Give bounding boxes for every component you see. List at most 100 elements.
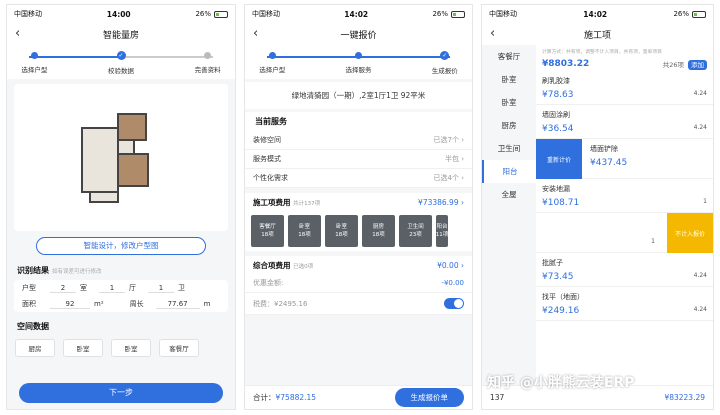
tax-toggle[interactable] <box>444 298 464 309</box>
step-label: 生成报价 <box>431 67 458 75</box>
sidebar-item[interactable]: 全屋 <box>482 183 536 206</box>
space-tag[interactable]: 卧室 <box>63 339 103 357</box>
room-thumb[interactable]: 阳台 11项 <box>436 215 448 247</box>
list-item-swiped[interactable]: 重新计价 墙面铲除 ¥437.45 <box>536 139 713 179</box>
sidebar-item[interactable]: 卧室 <box>482 91 536 114</box>
construction-header[interactable]: 施工项费用 共计137项 ¥73386.99 › <box>245 193 472 211</box>
list-item[interactable]: 批腻子 ¥73.45 4.24 <box>536 253 713 287</box>
combined-header[interactable]: 综合项费用 已选0项 ¥0.00 › <box>245 256 472 274</box>
floor-plan[interactable] <box>14 84 228 231</box>
space-tag[interactable]: 厨房 <box>15 339 55 357</box>
sidebar-item[interactable]: 客餐厅 <box>482 45 536 68</box>
area-row: 面积 92 m² 周长 77.67 m <box>14 296 228 312</box>
room-thumb[interactable]: 厨房 18项 <box>362 215 395 247</box>
battery-text: 26% <box>673 10 689 18</box>
room-thumb[interactable]: 客餐厅 18项 <box>251 215 284 247</box>
room-thumb[interactable]: 卫生间 23项 <box>399 215 432 247</box>
current-service-title: 当前服务 <box>245 112 472 131</box>
sidebar-item[interactable]: 厨房 <box>482 114 536 137</box>
service-item[interactable]: 装修空间 已选7个 › <box>245 131 472 150</box>
space-title: 空间数据 <box>17 322 49 331</box>
footer-count: 137 <box>490 393 505 402</box>
check-icon: ✓ <box>440 51 450 60</box>
room-bedroom <box>117 112 147 141</box>
shi-input[interactable]: 2 <box>50 284 76 293</box>
room-thumb[interactable]: 卧室 18项 <box>325 215 358 247</box>
item-qty: 1 <box>651 238 655 245</box>
list-item-swiped[interactable]: 1 不计入报价 <box>536 213 713 253</box>
battery-icon <box>451 10 465 18</box>
combined-total: ¥0.00 <box>437 260 459 270</box>
status-time: 14:02 <box>583 9 608 19</box>
page-title: 施工项 <box>583 30 611 41</box>
space-tag[interactable]: 客餐厅 <box>159 339 199 357</box>
footer-bar: 合计：¥75882.15 生成报价单 <box>245 385 472 409</box>
smart-design-button[interactable]: 智能设计，修改户型图 <box>36 237 206 255</box>
item-name: 找平（地面） <box>542 293 584 301</box>
status-bar: 中国移动 14:02 26% <box>482 5 713 23</box>
next-button[interactable]: 下一步 <box>19 383 223 403</box>
footer-total: ¥83223.29 <box>664 393 705 402</box>
watermark-text: 知乎 @小胖熊云装ERP <box>487 375 635 391</box>
step-2: ✓ 校验数据 <box>91 51 151 75</box>
perimeter-input[interactable]: 77.67 <box>155 300 200 309</box>
room-kitchen <box>89 190 119 203</box>
generate-quote-button[interactable]: 生成报价单 <box>394 388 464 407</box>
battery-icon <box>214 10 228 18</box>
add-button[interactable]: 添加 <box>688 59 707 70</box>
room-thumb[interactable]: 卧室 18项 <box>288 215 321 247</box>
item-qty: 4.24 <box>693 90 707 97</box>
recalc-button[interactable]: 重新计价 <box>536 139 582 179</box>
chevron-right-icon: › <box>461 197 464 207</box>
discount-value: -¥0.00 <box>441 279 464 287</box>
service-item[interactable]: 服务模式 半包 › <box>245 150 472 169</box>
recognition-hint: 如有误差可进行修改 <box>52 269 102 275</box>
tax-value: ¥2495.16 <box>274 299 308 308</box>
status-time: 14:00 <box>106 9 131 19</box>
list-item[interactable]: 刷乳胶漆 ¥78.63 4.24 <box>536 71 713 105</box>
list-item[interactable]: 墙固涂刷 ¥36.54 4.24 <box>536 105 713 139</box>
room-total: ¥8803.22 <box>542 58 590 69</box>
item-price: ¥437.45 <box>590 158 628 168</box>
sidebar-item[interactable]: 卧室 <box>482 68 536 91</box>
item-qty: 4.24 <box>693 306 707 313</box>
unit: 室 <box>80 284 87 292</box>
room-living <box>81 126 119 193</box>
step-label: 完善资料 <box>194 66 221 74</box>
unit: m² <box>94 300 104 308</box>
carrier: 中国移动 <box>252 10 280 18</box>
recognition-title: 识别结果 如有误差可进行修改 <box>17 266 102 275</box>
back-icon[interactable]: ‹ <box>15 26 20 41</box>
recognition-card: 户型 2室 1厅 1卫 面积 92 m² 周长 77.67 m <box>14 280 228 312</box>
service-label: 个性化需求 <box>253 174 288 182</box>
page-title: 智能量房 <box>102 30 139 41</box>
chevron-right-icon: › <box>461 155 464 163</box>
stepper: 选择户型 选择服务 ✓ 生成报价 <box>245 45 472 79</box>
item-price: ¥78.63 <box>542 90 574 100</box>
item-name: 墙面铲除 <box>590 145 618 153</box>
huxing-label: 户型 <box>22 284 36 292</box>
list-item[interactable]: 找平（地面） ¥249.16 4.24 <box>536 287 713 321</box>
ting-input[interactable]: 1 <box>99 284 125 293</box>
service-item[interactable]: 个性化需求 已选4个 › <box>245 169 472 188</box>
wei-input[interactable]: 1 <box>148 284 174 293</box>
status-bar: 中国移动 14:02 26% <box>245 5 472 23</box>
step-1: 选择户型 <box>245 52 302 74</box>
page-title: 一键报价 <box>340 30 377 41</box>
step-3: ✓ 生成报价 <box>415 51 472 75</box>
service-label: 服务模式 <box>253 155 281 163</box>
sidebar-item[interactable]: 卫生间 <box>482 137 536 160</box>
back-icon[interactable]: ‹ <box>253 26 258 41</box>
fee-list: 优惠金额: -¥0.00 税费：¥2495.16 <box>245 274 472 315</box>
status-bar: 中国移动 14:00 26% <box>7 5 235 23</box>
sidebar-item-active[interactable]: 阳台 <box>482 160 536 183</box>
list-item[interactable]: 安装地漏 ¥108.71 1 <box>536 179 713 213</box>
space-tag[interactable]: 卧室 <box>111 339 151 357</box>
step-3: 完善资料 <box>178 52 235 74</box>
back-icon[interactable]: ‹ <box>490 26 495 41</box>
exclude-button[interactable]: 不计入报价 <box>667 213 713 253</box>
construction-total: ¥73386.99 <box>418 197 459 207</box>
total-value: ¥75882.15 <box>275 393 317 402</box>
area-input[interactable]: 92 <box>50 300 90 309</box>
stepper: 选择户型 ✓ 校验数据 完善资料 <box>7 45 235 79</box>
